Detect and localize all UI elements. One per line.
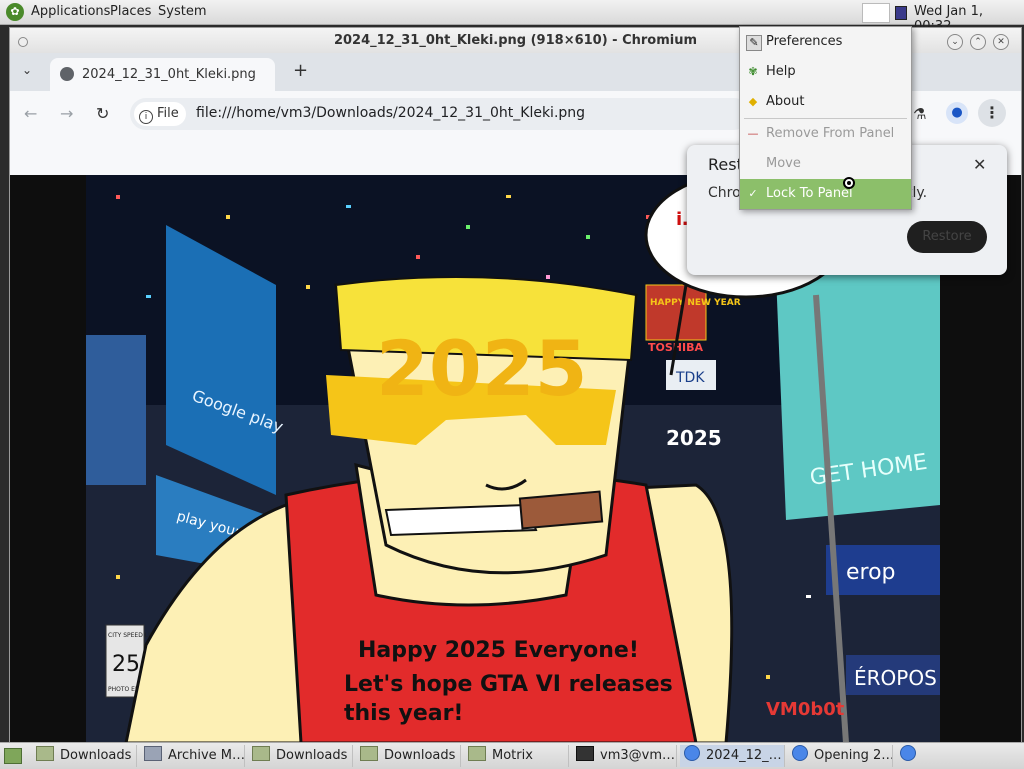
maximize-icon[interactable]: ⌃ — [970, 34, 986, 50]
task-chromium-extra[interactable] — [896, 745, 924, 767]
bottom-panel: Downloads Archive M… Downloads Downloads… — [0, 742, 1024, 769]
left-building — [86, 335, 146, 485]
folder-icon — [468, 746, 486, 761]
archive-icon — [144, 746, 162, 761]
happy-new-year-sign — [645, 284, 707, 341]
about-icon: ◆ — [748, 95, 758, 108]
check-icon: ✓ — [748, 187, 758, 200]
caption-line3: this year! — [344, 701, 463, 726]
applications-menu[interactable]: Applications — [31, 4, 110, 19]
show-desktop-icon[interactable] — [4, 748, 22, 764]
tab-search-icon[interactable]: ⌄ — [22, 63, 32, 77]
close-icon[interactable]: ✕ — [993, 34, 1009, 50]
menu-item-about[interactable]: ◆ About — [740, 87, 911, 117]
panel-context-menu: ✎ Preferences ✾ Help ◆ About — Remove Fr… — [739, 26, 912, 210]
chip-label: File — [157, 106, 179, 121]
chromium-icon — [684, 745, 700, 761]
sign-happy: HAPPY NEW YEAR — [650, 298, 741, 308]
menu-item-help[interactable]: ✾ Help — [740, 57, 911, 87]
forward-icon[interactable]: → — [60, 104, 73, 123]
globe-icon — [60, 67, 74, 81]
caption-line1: Happy 2025 Everyone! — [358, 638, 639, 663]
chromium-icon — [900, 745, 916, 761]
mouse-cursor — [843, 177, 855, 189]
panel-applet-box[interactable] — [862, 3, 890, 23]
preferences-icon: ✎ — [746, 35, 762, 51]
remove-icon: — — [747, 127, 759, 140]
task-downloads-3[interactable]: Downloads — [356, 745, 461, 767]
task-terminal[interactable]: vm3@vm… — [572, 745, 677, 767]
profile-icon[interactable]: ● — [946, 102, 968, 124]
restore-title: Rest — [708, 155, 743, 174]
site-info-chip[interactable]: i File — [134, 102, 186, 126]
terminal-icon — [576, 746, 594, 761]
menu-item-move[interactable]: Move — [740, 149, 911, 179]
task-downloads-1[interactable]: Downloads — [32, 745, 137, 767]
labs-flask-icon[interactable]: ⚗ — [913, 105, 926, 123]
close-icon[interactable]: ✕ — [973, 155, 986, 174]
task-opening[interactable]: Opening 2… — [788, 745, 893, 767]
notes-icon[interactable] — [895, 6, 907, 20]
folder-icon — [252, 746, 270, 761]
restore-button[interactable]: Restore — [907, 221, 987, 253]
task-downloads-2[interactable]: Downloads — [248, 745, 353, 767]
sign-speed: 25 — [112, 652, 140, 677]
task-motrix[interactable]: Motrix — [464, 745, 569, 767]
places-menu[interactable]: Places — [110, 4, 151, 19]
mint-menu-icon[interactable]: ✿ — [6, 3, 24, 21]
reload-icon[interactable]: ↻ — [96, 104, 109, 123]
watermark: VM0b0t — [766, 699, 845, 720]
sign-ero: erop — [846, 560, 896, 585]
new-tab-icon[interactable]: + — [293, 60, 308, 81]
caption-line2: Let's hope GTA VI releases — [344, 672, 673, 697]
year-text: 2025 — [376, 324, 588, 413]
sign-year: 2025 — [666, 426, 722, 450]
menu-item-remove-from-panel[interactable]: — Remove From Panel — [740, 119, 911, 149]
menu-item-preferences[interactable]: ✎ Preferences — [740, 27, 911, 57]
menu-item-lock-to-panel[interactable]: ✓ Lock To Panel — [740, 179, 911, 209]
tab-title: 2024_12_31_0ht_Kleki.png — [82, 67, 256, 82]
top-panel: ✿ Applications Places System Wed Jan 1, … — [0, 0, 1024, 34]
folder-icon — [36, 746, 54, 761]
chrome-menu-icon[interactable]: ⋮ — [978, 99, 1006, 127]
folder-icon — [360, 746, 378, 761]
address-bar[interactable]: i File file:///home/vm3/Downloads/2024_12… — [130, 98, 750, 130]
help-icon: ✾ — [748, 65, 758, 78]
mouth-teeth — [384, 503, 538, 537]
back-icon[interactable]: ← — [24, 104, 37, 123]
sign-tdk: TDK — [675, 370, 705, 386]
sign-aero: ÉROPOS — [854, 666, 937, 690]
cigar — [518, 490, 604, 530]
task-archive-manager[interactable]: Archive M… — [140, 745, 245, 767]
task-chromium-image[interactable]: 2024_12_… — [680, 745, 785, 767]
url-text[interactable]: file:///home/vm3/Downloads/2024_12_31_0h… — [196, 105, 585, 121]
info-icon: i — [139, 110, 153, 124]
system-menu[interactable]: System — [158, 4, 206, 19]
minimize-icon[interactable]: ⌄ — [947, 34, 963, 50]
tab-image[interactable]: 2024_12_31_0ht_Kleki.png — [50, 58, 275, 91]
chromium-icon — [792, 745, 808, 761]
